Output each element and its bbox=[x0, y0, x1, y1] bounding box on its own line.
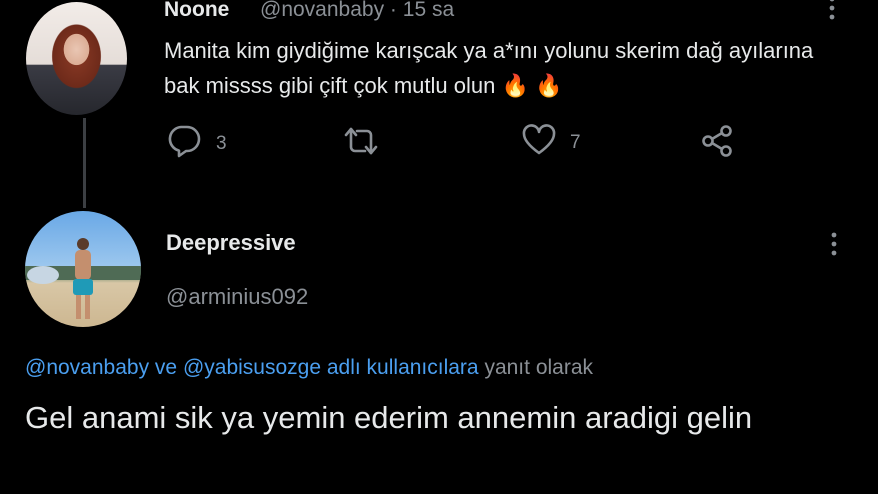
more-vertical-icon[interactable] bbox=[822, 0, 842, 24]
retweet-button[interactable] bbox=[342, 124, 394, 164]
mention-yabisusozge[interactable]: @yabisusozge bbox=[183, 356, 321, 379]
tweet1-meta: @novanbaby · 15 sa bbox=[260, 0, 454, 22]
tweet1-timestamp[interactable]: 15 sa bbox=[403, 0, 454, 21]
replying-to-line: @novanbaby ve @yabisusozge adlı kullanıc… bbox=[25, 356, 593, 380]
retweet-icon bbox=[342, 124, 380, 164]
tweet1-handle[interactable]: @novanbaby bbox=[260, 0, 384, 21]
replying-users-link[interactable]: adlı kullanıcılara bbox=[327, 356, 479, 379]
tweet2-display-name[interactable]: Deepressive bbox=[166, 230, 296, 256]
share-icon bbox=[700, 124, 734, 164]
tweet1-text: Manita kim giydiğime karışcak ya a*ını y… bbox=[164, 38, 814, 98]
thread-connector-line bbox=[83, 118, 86, 208]
tweet1-display-name[interactable]: Noone bbox=[164, 0, 229, 22]
mention-connector: ve bbox=[154, 356, 178, 379]
tweet2-text: Gel anami sik ya yemin ederim annemin ar… bbox=[25, 400, 753, 435]
reply-button[interactable]: 3 bbox=[166, 124, 227, 164]
like-count: 7 bbox=[570, 132, 581, 153]
share-button[interactable] bbox=[700, 124, 734, 164]
reply-icon bbox=[166, 124, 202, 164]
more-vertical-icon[interactable] bbox=[824, 230, 844, 260]
replying-suffix: yanıt olarak bbox=[484, 356, 594, 379]
reply-count: 3 bbox=[216, 133, 227, 154]
tweet1-separator: · bbox=[389, 0, 397, 21]
like-button[interactable]: 7 bbox=[522, 124, 581, 162]
mention-novanbaby[interactable]: @novanbaby bbox=[25, 356, 149, 379]
avatar-noone[interactable] bbox=[26, 2, 127, 115]
avatar-deepressive[interactable] bbox=[25, 211, 141, 327]
heart-icon bbox=[522, 124, 556, 162]
tweet2-handle[interactable]: @arminius092 bbox=[166, 284, 308, 310]
